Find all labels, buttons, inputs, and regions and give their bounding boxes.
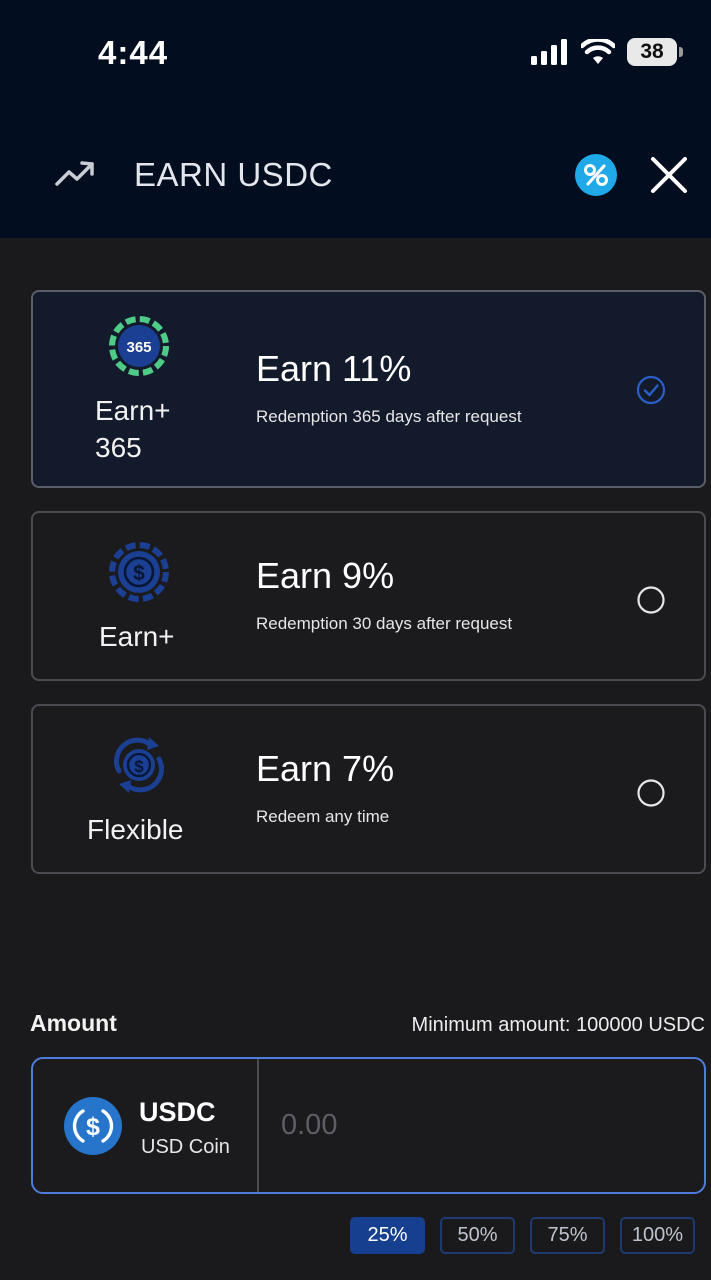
coin-name: USD Coin — [141, 1136, 230, 1158]
check-circle-icon[interactable] — [636, 375, 666, 405]
svg-text:$: $ — [86, 1113, 100, 1141]
plan-name-line1: Earn+ — [95, 395, 171, 426]
plan-card-earn-plus-365[interactable]: 365 Earn+ 365 Earn 11% Redemption 365 da… — [31, 290, 706, 488]
plan-name-line1: Flexible — [87, 814, 184, 845]
plan-card-flexible[interactable]: $ Flexible Earn 7% Redeem any time — [31, 704, 706, 874]
plan-name-line2: 365 — [95, 432, 142, 463]
percent-buttons: 25% 50% 75% 100% — [350, 1217, 695, 1254]
status-time: 4:44 — [98, 34, 169, 71]
percent-25-button[interactable]: 25% — [350, 1217, 425, 1254]
percent-100-button[interactable]: 100% — [620, 1217, 695, 1254]
plan-card-earn-plus[interactable]: $ Earn+ Earn 9% Redemption 30 days after… — [31, 511, 706, 681]
coin-symbol: USDC — [139, 1097, 216, 1127]
percent-75-button[interactable]: 75% — [530, 1217, 605, 1254]
battery-level: 38 — [640, 40, 664, 63]
header: EARN USDC — [0, 110, 711, 238]
coin-selector[interactable]: $ USDC USD Coin — [33, 1059, 259, 1192]
usdc-coin-icon: $ — [64, 1097, 122, 1155]
flexible-refresh-dollar-icon: $ — [114, 737, 164, 793]
earn-plus-dollar-icon: $ — [109, 542, 169, 602]
battery-icon: 38 — [627, 38, 683, 66]
plan-rate: Earn 9% — [256, 555, 395, 596]
radio-unselected-icon[interactable] — [636, 585, 666, 615]
amount-label: Amount — [30, 1010, 117, 1036]
percent-promo-icon[interactable] — [575, 154, 617, 196]
status-bar: 4:44 38 — [0, 0, 711, 110]
logo-365-text: 365 — [126, 339, 151, 356]
earn-plus-365-logo-icon: 365 — [109, 316, 169, 376]
minimum-amount-text: Minimum amount: 100000 USDC — [411, 1014, 705, 1036]
cellular-signal-icon — [531, 39, 567, 65]
svg-text:$: $ — [133, 562, 145, 585]
amount-input[interactable] — [263, 1085, 683, 1165]
plan-description: Redeem any time — [256, 807, 390, 826]
plan-rate: Earn 7% — [256, 748, 395, 789]
plan-rate: Earn 11% — [256, 348, 412, 389]
plan-description: Redemption 30 days after request — [256, 614, 513, 633]
radio-unselected-icon[interactable] — [636, 778, 666, 808]
percent-50-button[interactable]: 50% — [440, 1217, 515, 1254]
wifi-icon — [581, 39, 615, 64]
plan-name-line1: Earn+ — [99, 621, 175, 652]
close-icon[interactable] — [648, 154, 690, 196]
svg-text:$: $ — [134, 757, 144, 776]
page-title: EARN USDC — [134, 156, 333, 193]
trending-up-icon — [55, 161, 94, 186]
status-icons: 38 — [531, 38, 683, 66]
percent-icon — [584, 164, 608, 186]
amount-input-box: $ USDC USD Coin — [31, 1057, 706, 1194]
plan-description: Redemption 365 days after request — [256, 407, 522, 426]
